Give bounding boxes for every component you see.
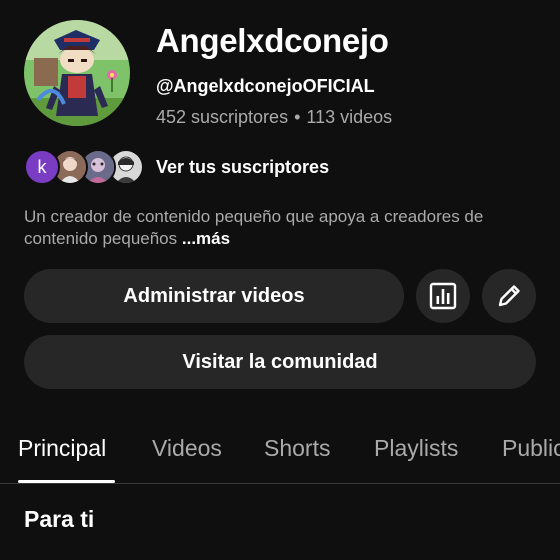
tab-videos[interactable]: Videos <box>152 435 222 462</box>
subscriber-avatars: k <box>24 148 146 186</box>
active-tab-indicator <box>18 480 115 483</box>
visit-community-label: Visitar la comunidad <box>182 350 378 373</box>
channel-avatar-image <box>24 20 130 126</box>
subscriber-count: 452 suscriptores <box>156 107 289 127</box>
channel-avatar[interactable] <box>24 20 130 126</box>
channel-stats: 452 suscriptores • 113 videos <box>156 107 392 128</box>
channel-description[interactable]: Un creador de contenido pequeño que apoy… <box>24 206 544 250</box>
analytics-button[interactable] <box>416 269 470 323</box>
manage-videos-label: Administrar videos <box>123 284 305 307</box>
channel-name: Angelxdconejo <box>156 22 389 59</box>
view-subscribers-link[interactable]: Ver tus suscriptores <box>156 157 329 178</box>
view-subscribers-row[interactable]: k Ver tus suscriptores <box>24 148 329 186</box>
section-title: Para ti <box>24 506 95 532</box>
description-text: Un creador de contenido pequeño que apoy… <box>24 207 484 248</box>
subscriber-avatar: k <box>24 149 60 185</box>
tab-principal[interactable]: Principal <box>18 435 106 462</box>
channel-tabs: Principal Videos Shorts Playlists Public <box>0 422 560 484</box>
channel-page: Angelxdconejo @AngelxdconejoOFICIAL 452 … <box>0 0 560 560</box>
visit-community-button[interactable]: Visitar la comunidad <box>24 335 536 389</box>
edit-channel-button[interactable] <box>482 269 536 323</box>
description-more-link[interactable]: ...más <box>182 229 230 248</box>
pencil-icon <box>498 285 520 307</box>
tab-public[interactable]: Public <box>502 435 560 462</box>
tab-shorts[interactable]: Shorts <box>264 435 330 462</box>
channel-handle: @AngelxdconejoOFICIAL <box>156 76 375 96</box>
tab-playlists[interactable]: Playlists <box>374 435 458 462</box>
manage-videos-button[interactable]: Administrar videos <box>24 269 404 323</box>
video-count: 113 videos <box>306 107 393 127</box>
bar-chart-icon <box>429 282 457 310</box>
stats-separator: • <box>294 107 301 127</box>
